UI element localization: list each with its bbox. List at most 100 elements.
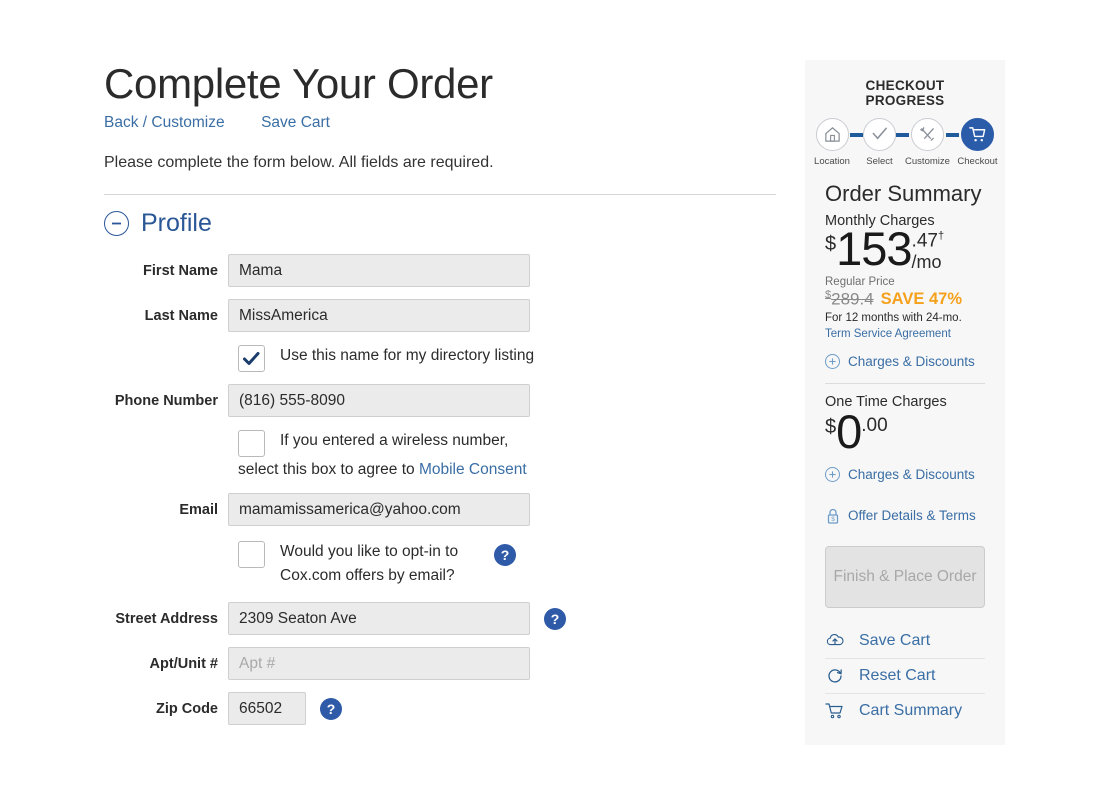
order-summary-title: Order Summary [825, 181, 982, 206]
progress-step-checkout[interactable]: Checkout [957, 118, 998, 167]
progress-connector [849, 133, 863, 137]
save-badge: SAVE 47% [880, 290, 962, 309]
mobile-consent-link[interactable]: Mobile Consent [419, 461, 527, 478]
zip-code-label: Zip Code [155, 701, 218, 718]
email-optin-help-icon[interactable]: ? [494, 544, 517, 567]
profile-section-title: Profile [141, 209, 212, 238]
terms-note: For 12 months with 24-mo. Term Service A… [825, 311, 985, 342]
plus-circle-icon [825, 354, 840, 370]
home-icon [815, 118, 849, 151]
street-address-label: Street Address [115, 611, 218, 628]
one-time-charges-discounts-link[interactable]: Charges & Discounts [825, 466, 985, 482]
profile-form: First Name Last Name Use this name for m… [104, 254, 776, 726]
sidebar-divider [825, 383, 985, 385]
monthly-price-currency: $ [825, 233, 837, 255]
first-name-row: First Name [104, 254, 776, 288]
mobile-consent-label-line2: select this box to agree to Mobile Conse… [238, 461, 776, 479]
phone-number-row: Phone Number [104, 384, 776, 418]
plus-circle-icon [825, 466, 840, 482]
last-name-input[interactable] [228, 299, 530, 333]
phone-number-input[interactable] [228, 384, 530, 418]
apt-unit-row: Apt/Unit # [104, 647, 776, 681]
email-row: Email [104, 493, 776, 527]
order-sidebar: CHECKOUT PROGRESS Location Select Custom… [805, 60, 1005, 745]
first-name-label: First Name [143, 263, 218, 280]
mobile-consent-row: If you entered a wireless number, select… [104, 429, 776, 479]
one-time-charges-discounts-label: Charges & Discounts [848, 466, 975, 482]
email-optin-label-line2: Cox.com offers by email? [280, 567, 455, 585]
monthly-price-whole: 153 [836, 222, 912, 275]
cart-actions: Save Cart Reset Cart Cart Summary [825, 624, 985, 728]
mobile-consent-checkbox[interactable] [238, 430, 265, 458]
email-optin-label: Would you like to opt-in to Cox.com offe… [280, 540, 458, 588]
save-cart-action-label: Save Cart [859, 631, 931, 649]
apt-unit-input[interactable] [228, 647, 530, 681]
email-optin-label-line1: Would you like to opt-in to [280, 543, 459, 561]
monthly-price-fraction: .47† [911, 230, 945, 252]
email-input[interactable] [228, 493, 530, 527]
progress-connector [895, 133, 909, 137]
checkout-progress-title: CHECKOUT PROGRESS [865, 78, 945, 108]
progress-step-location-label: Location [814, 156, 850, 167]
page-title: Complete Your Order [104, 60, 493, 107]
progress-step-checkout-label: Checkout [957, 156, 998, 167]
page-nav-links: Back / Customize Save Cart [104, 114, 776, 136]
zip-code-help-icon[interactable]: ? [320, 698, 342, 721]
finish-place-order-button[interactable]: Finish & Place Order [825, 545, 985, 608]
checkout-progress-steps: Location Select Customize Checkout [814, 118, 998, 167]
progress-step-select-label: Select [866, 156, 893, 167]
reset-cart-action-label: Reset Cart [859, 666, 936, 684]
cart-summary-action[interactable]: Cart Summary [825, 694, 985, 728]
progress-connector [945, 133, 959, 137]
directory-listing-row: Use this name for my directory listing [104, 344, 776, 373]
progress-step-customize[interactable]: Customize [905, 118, 950, 167]
refresh-icon [825, 667, 845, 685]
regular-price-line: $289.4 SAVE 47% [825, 289, 985, 310]
directory-listing-checkbox[interactable] [238, 345, 265, 373]
monthly-charges-discounts-link[interactable]: Charges & Discounts [825, 354, 985, 370]
directory-listing-label: Use this name for my directory listing [280, 347, 535, 365]
progress-step-location[interactable]: Location [814, 118, 850, 167]
monthly-price-per: /mo [911, 252, 942, 273]
last-name-row: Last Name [104, 299, 776, 333]
save-cart-action[interactable]: Save Cart [825, 624, 985, 659]
offer-details-terms-link[interactable]: $ Offer Details & Terms [825, 508, 985, 524]
one-time-price-whole: 0 [836, 405, 862, 459]
progress-step-select[interactable]: Select [862, 118, 896, 167]
regular-price-label: Regular Price [825, 275, 895, 288]
apt-unit-label: Apt/Unit # [149, 656, 218, 673]
cart-summary-action-label: Cart Summary [859, 701, 963, 719]
cloud-upload-icon [825, 633, 845, 648]
checkout-page: Complete Your Order Back / Customize Sav… [0, 0, 1099, 787]
zip-code-input[interactable] [228, 692, 306, 726]
tools-icon [910, 118, 944, 151]
one-time-price-fraction: .00 [861, 415, 888, 437]
regular-price-value: $289.4 [825, 288, 874, 309]
offer-details-terms-label: Offer Details & Terms [848, 508, 976, 524]
street-address-help-icon[interactable]: ? [544, 608, 566, 631]
last-name-label: Last Name [144, 308, 218, 325]
order-form-column: Complete Your Order Back / Customize Sav… [104, 60, 776, 737]
phone-number-label: Phone Number [114, 393, 218, 410]
minus-circle-icon[interactable] [104, 211, 129, 237]
section-divider [104, 194, 776, 196]
monthly-price-dagger: † [937, 230, 945, 242]
progress-step-customize-label: Customize [905, 156, 950, 167]
street-address-input[interactable] [228, 602, 530, 636]
form-instructions: Please complete the form below. All fiel… [104, 154, 494, 172]
first-name-input[interactable] [228, 254, 530, 288]
save-cart-link[interactable]: Save Cart [261, 114, 330, 131]
profile-section-header[interactable]: Profile [104, 209, 776, 238]
monthly-charges-discounts-label: Charges & Discounts [848, 354, 975, 370]
mobile-consent-label-prefix: select this box to agree to [238, 461, 419, 479]
svg-text:$: $ [831, 516, 835, 523]
email-label: Email [179, 502, 218, 519]
one-time-price-currency: $ [825, 416, 837, 439]
zip-code-row: Zip Code ? [104, 692, 776, 726]
back-customize-link[interactable]: Back / Customize [104, 114, 225, 131]
term-service-agreement-link[interactable]: Term Service Agreement [825, 328, 951, 340]
reset-cart-action[interactable]: Reset Cart [825, 659, 985, 694]
email-optin-checkbox[interactable] [238, 541, 265, 569]
lock-dollar-icon: $ [825, 508, 840, 524]
one-time-price: $ 0 .00 [825, 405, 985, 459]
